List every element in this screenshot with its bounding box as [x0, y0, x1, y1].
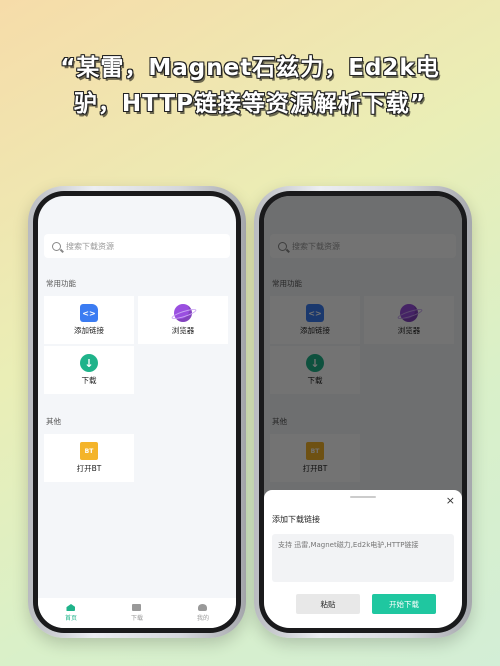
- tile-browser-label: 浏览器: [171, 326, 195, 335]
- headline-line-2: 驴，HTTP链接等资源解析下载”: [73, 91, 427, 117]
- tile-download[interactable]: ↓ 下载: [44, 346, 134, 394]
- phone-home: 搜索下载资源 常用功能 <> 添加链接 浏览器 ↓ 下载 其他 BT 打开BT: [28, 186, 246, 638]
- tab-bar: 首页 下载 我的: [38, 598, 236, 628]
- section-other-title: 其他: [46, 417, 61, 426]
- paste-button[interactable]: 粘贴: [296, 594, 360, 614]
- sheet-title: 添加下载链接: [272, 515, 320, 524]
- tab-home-label: 首页: [64, 615, 77, 622]
- tile-download-label: 下载: [81, 376, 97, 385]
- tab-downloads[interactable]: 下载: [131, 604, 143, 622]
- tab-mine-label: 我的: [196, 615, 209, 622]
- tile-browser[interactable]: 浏览器: [138, 296, 228, 344]
- promo-headline: “某雷，Magnet石兹力，Ed2k电 驴，HTTP链接等资源解析下载”: [0, 50, 500, 122]
- search-input[interactable]: 搜索下载资源: [44, 234, 230, 258]
- home-screen: 搜索下载资源 常用功能 <> 添加链接 浏览器 ↓ 下载 其他 BT 打开BT: [38, 196, 236, 628]
- download-icon: ↓: [80, 354, 98, 372]
- home-icon: [66, 604, 76, 611]
- tile-add-link-label: 添加链接: [74, 326, 104, 335]
- phone-bezel: 搜索下载资源 常用功能 <> 添加链接 浏览器 ↓ 下载 其他 BT 打开BT: [33, 191, 241, 633]
- bt-file-icon: BT: [80, 442, 98, 460]
- tab-mine[interactable]: 我的: [197, 604, 209, 622]
- sheet-grip-handle[interactable]: [350, 496, 376, 498]
- tab-home[interactable]: 首页: [65, 604, 77, 622]
- add-link-sheet: × 添加下载链接 粘贴 开始下载: [264, 490, 462, 628]
- phone-bezel: 搜索下载资源 常用功能 <> 添加链接 浏览器 ↓ 下载 其他 BT 打开BT: [259, 191, 467, 633]
- search-placeholder: 搜索下载资源: [66, 241, 114, 251]
- tile-add-link[interactable]: <> 添加链接: [44, 296, 134, 344]
- close-icon[interactable]: ×: [446, 494, 455, 507]
- section-common-title: 常用功能: [46, 279, 76, 288]
- add-link-screen: 搜索下载资源 常用功能 <> 添加链接 浏览器 ↓ 下载 其他 BT 打开BT: [264, 196, 462, 628]
- link-input[interactable]: [272, 534, 454, 582]
- tile-open-bt-label: 打开BT: [76, 464, 102, 473]
- start-download-button[interactable]: 开始下载: [372, 594, 436, 614]
- search-icon: [52, 241, 61, 251]
- user-icon: [198, 604, 208, 611]
- phone-add-link: 搜索下载资源 常用功能 <> 添加链接 浏览器 ↓ 下载 其他 BT 打开BT: [254, 186, 472, 638]
- folder-icon: [132, 604, 142, 611]
- tab-downloads-label: 下载: [130, 615, 143, 622]
- link-icon: <>: [80, 304, 98, 322]
- tile-open-bt[interactable]: BT 打开BT: [44, 434, 134, 482]
- headline-line-1: “某雷，Magnet石兹力，Ed2k电: [60, 55, 440, 81]
- browser-icon: [174, 304, 192, 322]
